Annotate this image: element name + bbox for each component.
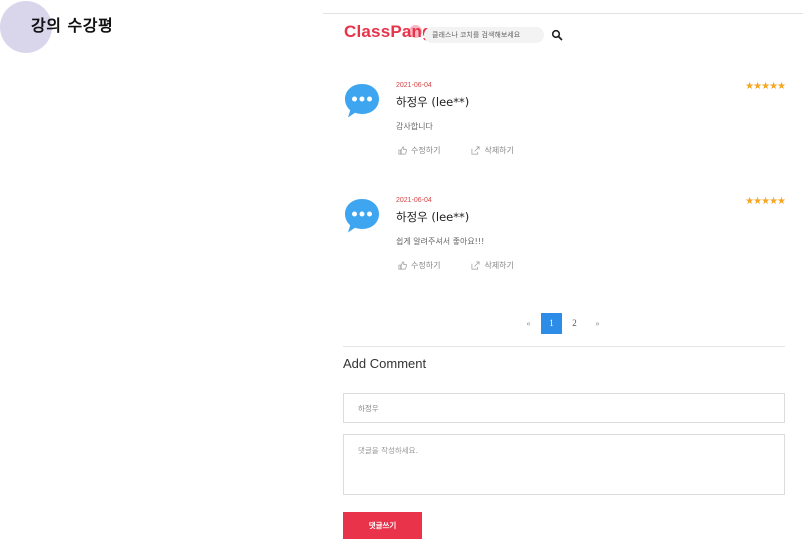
star-rating: ★★★★★ <box>745 81 786 92</box>
delete-button[interactable]: 삭제하기 <box>471 260 514 271</box>
review-date: 2021-06-04 <box>396 197 432 204</box>
page-title: 강의 수강평 <box>31 16 114 35</box>
classpang-logo[interactable]: ClassPang <box>344 22 433 42</box>
pagination-page-2[interactable]: 2 <box>564 313 585 334</box>
thumbs-up-icon <box>398 261 407 270</box>
reviewer-name: 하정우 (lee**) <box>396 210 470 224</box>
delete-label: 삭제하기 <box>484 146 514 155</box>
name-field[interactable] <box>343 393 785 423</box>
review-item: 2021-06-04 ★★★★★ 하정우 (lee**) 쉽게 알려주셔서 좋아… <box>343 196 786 287</box>
pagination: « 1 2 » <box>518 313 610 334</box>
reviewer-name: 하정우 (lee**) <box>396 95 470 109</box>
header-divider <box>323 13 803 14</box>
review-actions: 수정하기 삭제하기 <box>398 260 514 271</box>
review-comment: 쉽게 알려주셔서 좋아요!!! <box>396 237 485 246</box>
review-item: 2021-06-04 ★★★★★ 하정우 (lee**) 감사합니다 수정하기 … <box>343 81 786 172</box>
edit-label: 수정하기 <box>411 146 441 155</box>
pagination-page-1[interactable]: 1 <box>541 313 562 334</box>
chat-bubble-avatar-icon <box>345 199 379 233</box>
thumbs-up-icon <box>398 146 407 155</box>
star-rating: ★★★★★ <box>745 196 786 207</box>
section-divider <box>343 346 785 347</box>
pagination-next[interactable]: » <box>587 313 608 334</box>
delete-label: 삭제하기 <box>484 261 514 270</box>
share-icon <box>471 261 480 270</box>
delete-button[interactable]: 삭제하기 <box>471 145 514 156</box>
review-comment: 감사합니다 <box>396 122 433 131</box>
search-input[interactable]: 클래스나 코치를 검색해보세요 <box>424 27 544 43</box>
review-date: 2021-06-04 <box>396 82 432 89</box>
edit-button[interactable]: 수정하기 <box>398 260 440 271</box>
review-actions: 수정하기 삭제하기 <box>398 145 514 156</box>
chat-bubble-avatar-icon <box>345 84 379 118</box>
pagination-prev[interactable]: « <box>518 313 539 334</box>
search-icon[interactable] <box>551 29 563 41</box>
comment-textarea[interactable] <box>343 434 785 495</box>
add-comment-title: Add Comment <box>343 356 427 371</box>
submit-comment-button[interactable]: 댓글쓰기 <box>343 512 422 539</box>
edit-button[interactable]: 수정하기 <box>398 145 440 156</box>
edit-label: 수정하기 <box>411 261 441 270</box>
share-icon <box>471 146 480 155</box>
